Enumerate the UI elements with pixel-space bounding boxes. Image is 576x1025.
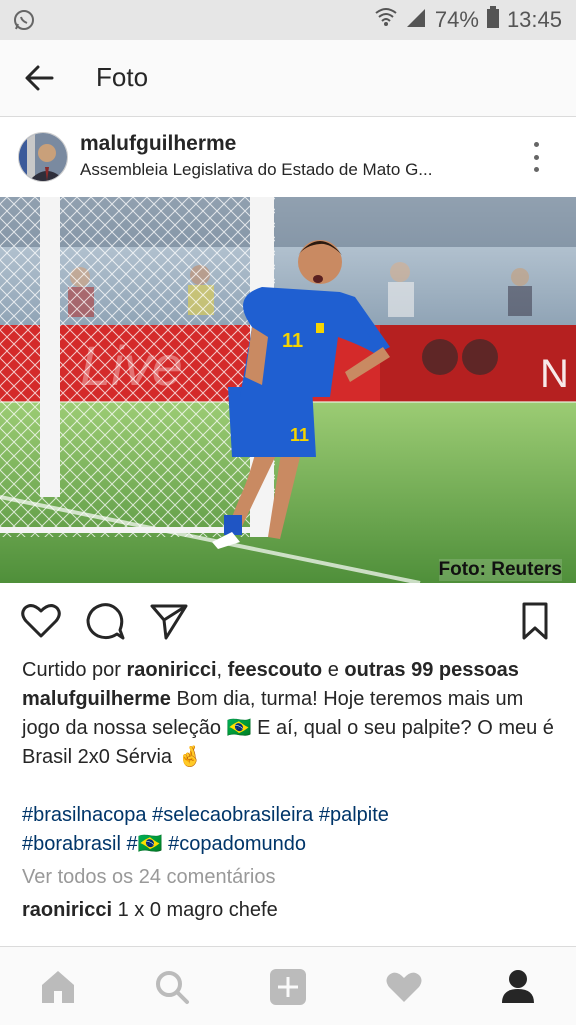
- likes-others-link[interactable]: outras 99 pessoas: [344, 659, 519, 681]
- liker-feescouto[interactable]: feescouto: [228, 659, 322, 681]
- nav-activity[interactable]: [384, 967, 424, 1007]
- bookmark-icon: [522, 602, 548, 640]
- photo-credit: Foto: Reuters: [438, 559, 562, 581]
- paper-plane-icon: [150, 604, 188, 640]
- comment-text: 1 x 0 magro chefe: [117, 899, 278, 921]
- comment-author[interactable]: raoniricci: [22, 899, 112, 921]
- battery-percent: 74%: [434, 7, 479, 32]
- comment-item: raoniricci 1 x 0 magro chefe: [22, 896, 562, 925]
- bottom-navigation: [0, 946, 576, 1025]
- post-header: malufguilherme Assembleia Legislativa do…: [0, 118, 576, 196]
- comment-bubble-icon: [86, 603, 125, 640]
- post-details: Curtido por raoniricci, feescouto e outr…: [22, 656, 562, 925]
- likes-prefix: Curtido por: [22, 659, 121, 681]
- likes-separator: ,: [216, 659, 223, 681]
- search-icon: [156, 971, 189, 1004]
- heart-icon: [386, 972, 422, 1002]
- nav-profile[interactable]: [498, 967, 538, 1007]
- brazil-flag-emoji: 🇧🇷: [226, 717, 252, 739]
- svg-text:11: 11: [282, 330, 303, 352]
- back-button[interactable]: [22, 60, 58, 96]
- hashtag-copadomundo[interactable]: #copadomundo: [163, 833, 306, 855]
- post-username[interactable]: malufguilherme: [80, 132, 236, 156]
- profile-icon: [502, 970, 534, 1003]
- nav-add[interactable]: [268, 967, 308, 1007]
- battery-icon: [486, 6, 499, 34]
- wifi-icon: [375, 7, 397, 33]
- signal-icon: [405, 7, 427, 33]
- nav-home[interactable]: [38, 967, 78, 1007]
- comment-button[interactable]: [84, 600, 126, 642]
- post-photo[interactable]: Live N 11 11: [0, 197, 576, 583]
- hashtags-line-2[interactable]: #borabrasil #🇧🇷 #copadomundo: [22, 830, 562, 859]
- svg-text:N: N: [540, 352, 569, 396]
- share-button[interactable]: [148, 600, 190, 642]
- post-actions: [0, 596, 576, 646]
- add-icon: [270, 969, 306, 1005]
- likes-line: Curtido por raoniricci, feescouto e outr…: [22, 656, 562, 685]
- caption-text: malufguilherme Bom dia, turma! Hoje tere…: [22, 685, 562, 772]
- arrow-left-icon: [25, 65, 54, 91]
- hashtag-text[interactable]: #borabrasil #: [22, 833, 138, 855]
- avatar[interactable]: [18, 132, 68, 182]
- heart-outline-icon: [21, 604, 61, 638]
- likes-conjunction: e: [327, 659, 339, 681]
- svg-text:11: 11: [290, 425, 309, 445]
- whatsapp-icon: [12, 8, 36, 37]
- page-title: Foto: [96, 62, 149, 92]
- like-button[interactable]: [20, 600, 62, 642]
- view-all-comments-link[interactable]: Ver todos os 24 comentários: [22, 863, 562, 892]
- crossed-fingers-emoji: 🤞: [177, 746, 203, 768]
- status-bar: 74% 13:45: [0, 0, 576, 40]
- save-button[interactable]: [514, 600, 556, 642]
- clock: 13:45: [506, 7, 562, 32]
- caption-author[interactable]: malufguilherme: [22, 688, 171, 710]
- more-options-icon[interactable]: [528, 142, 544, 172]
- app-bar: Foto: [0, 40, 576, 117]
- hashtag-flag-emoji[interactable]: 🇧🇷: [138, 833, 163, 855]
- home-icon: [42, 971, 74, 1003]
- nav-search[interactable]: [152, 967, 192, 1007]
- liker-raoniricci[interactable]: raoniricci: [127, 659, 217, 681]
- post-location[interactable]: Assembleia Legislativa do Estado de Mato…: [80, 160, 432, 180]
- hashtags-line-1[interactable]: #brasilnacopa #selecaobrasileira #palpit…: [22, 801, 562, 830]
